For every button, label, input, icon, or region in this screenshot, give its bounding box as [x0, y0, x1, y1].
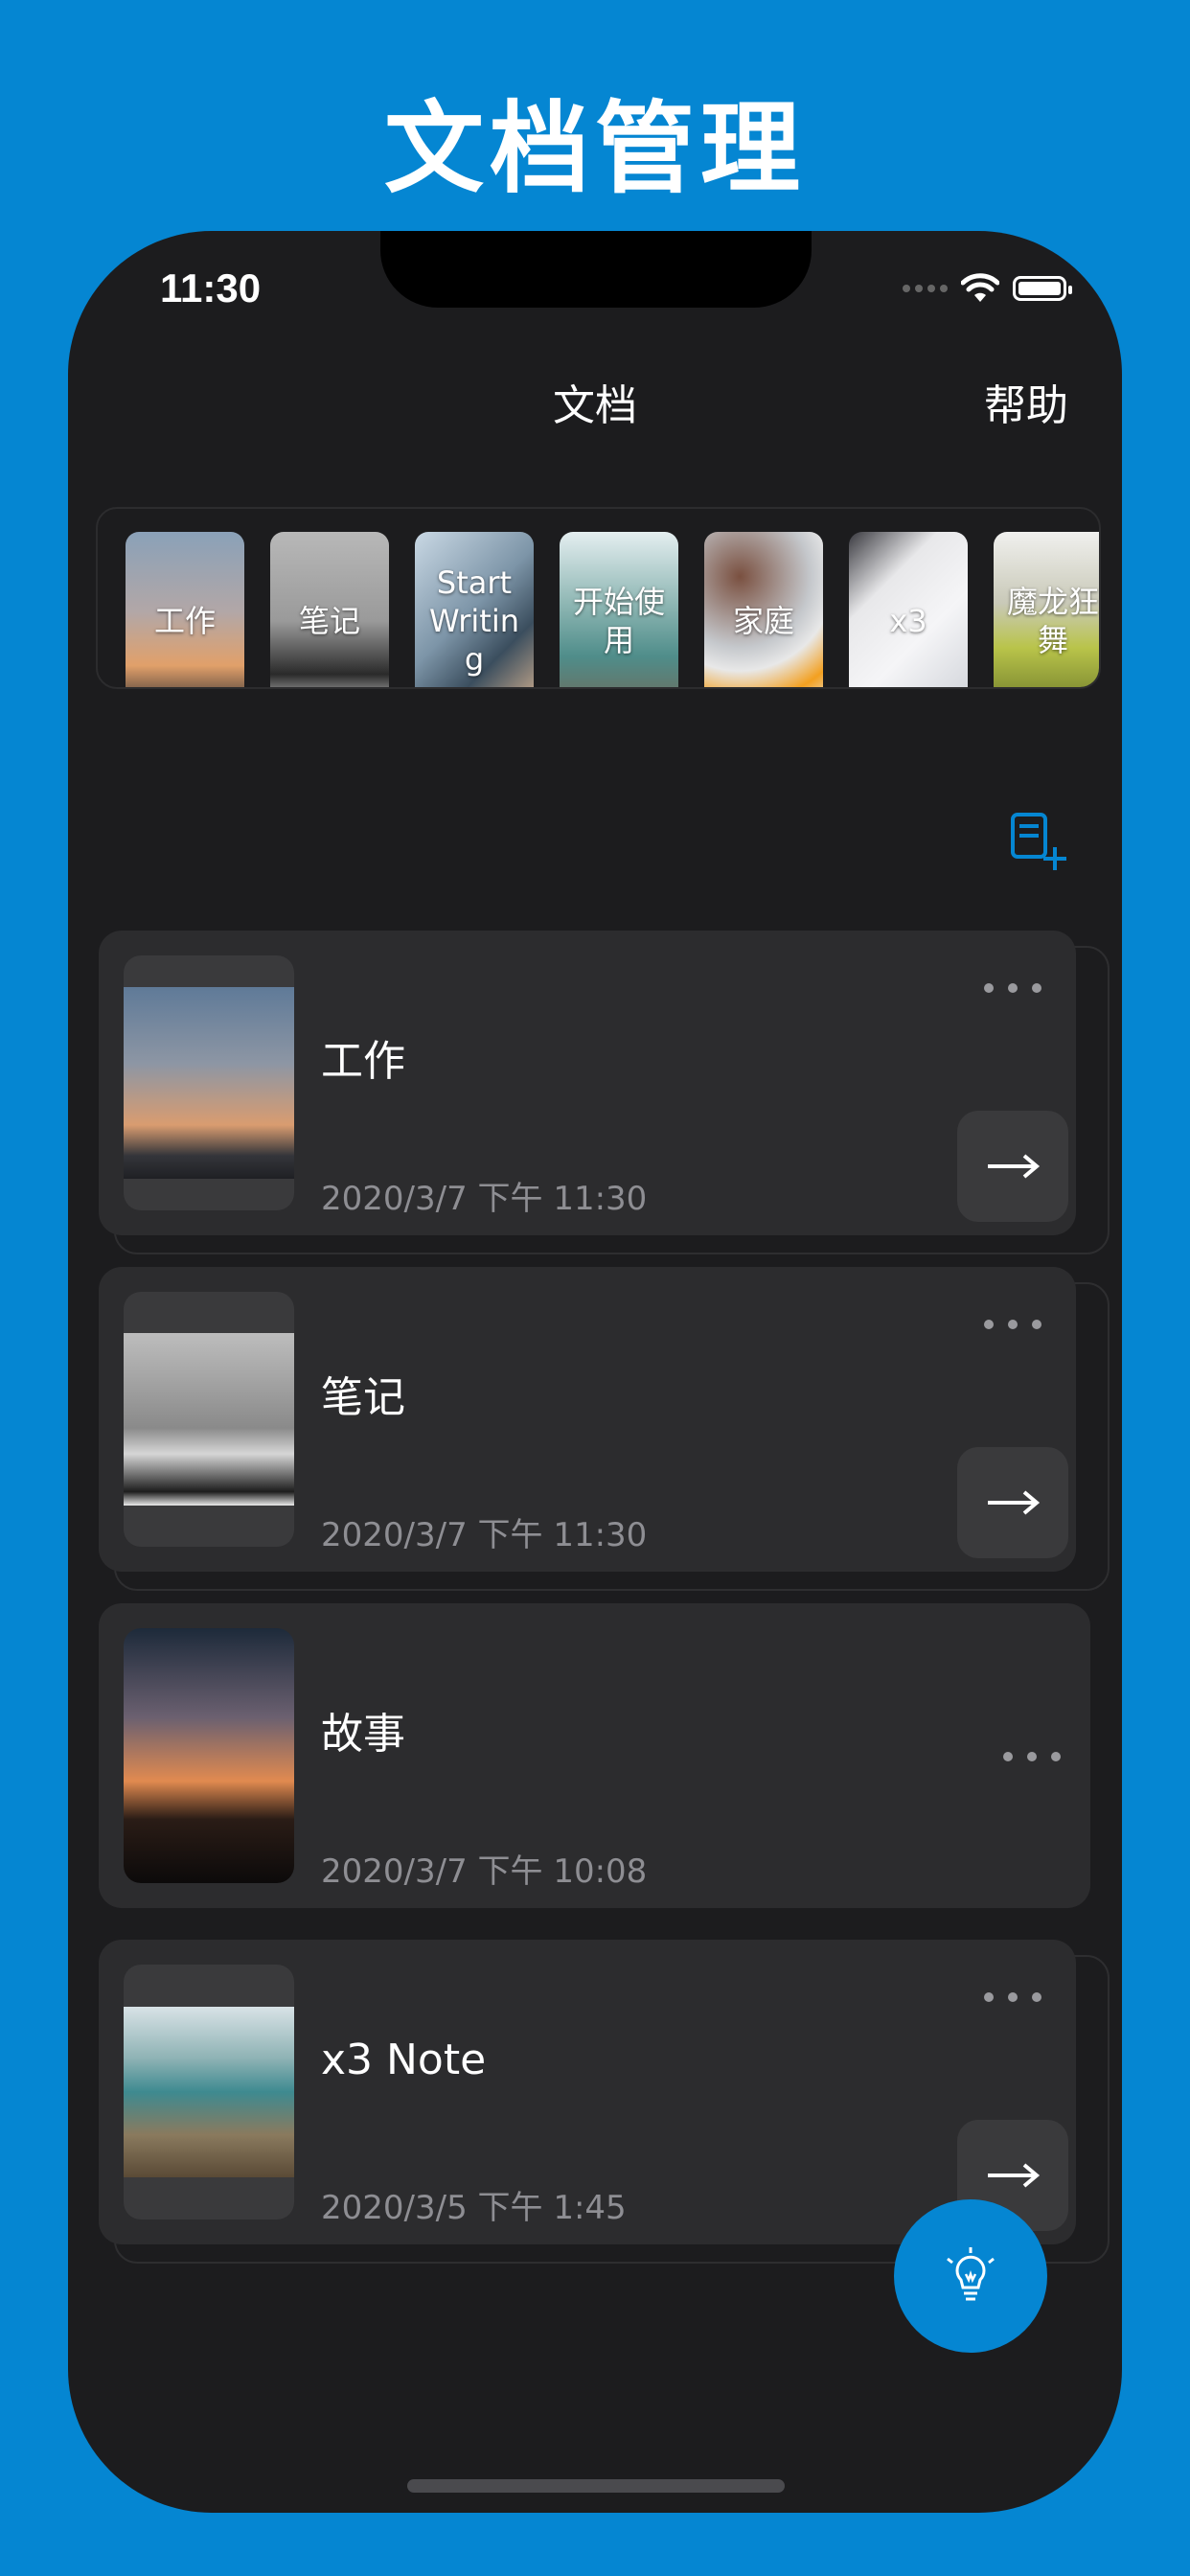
notebook-label: 魔龙狂舞 — [1006, 584, 1099, 658]
arrow-right-icon — [988, 1154, 1041, 1179]
more-icon[interactable] — [1003, 1747, 1061, 1766]
cellular-signal-icon — [903, 285, 948, 292]
document-thumbnail — [124, 1628, 294, 1883]
promo-headline: 文档管理 — [383, 90, 806, 207]
document-card[interactable]: 笔记 2020/3/7 下午 11:30 — [99, 1267, 1076, 1572]
more-icon[interactable] — [984, 1988, 1041, 2007]
document-card[interactable]: 故事 2020/3/7 下午 10:08 — [99, 1603, 1090, 1908]
arrow-right-icon — [988, 2163, 1041, 2188]
document-date: 2020/3/7 下午 11:30 — [321, 1516, 648, 1554]
add-document-icon[interactable] — [1009, 811, 1072, 874]
page-title: 文档 — [553, 381, 637, 430]
notebook-thumb[interactable]: x3 — [849, 532, 968, 687]
document-title: 故事 — [321, 1710, 405, 1759]
lightbulb-icon — [947, 2247, 995, 2301]
notch — [380, 231, 812, 308]
more-icon[interactable] — [984, 978, 1041, 998]
document-thumbnail — [124, 1292, 294, 1547]
status-time: 11:30 — [160, 265, 262, 310]
document-thumbnail — [124, 1965, 294, 2220]
document-title: x3 Note — [321, 2036, 487, 2084]
notebook-thumb[interactable]: 魔龙狂舞 — [994, 532, 1099, 687]
notebook-label: 工作 — [153, 603, 216, 639]
phone-screen: 11:30 文档 帮助 工作 笔记 Start Writing 开始使用 家庭 … — [68, 231, 1122, 2513]
document-date: 2020/3/7 下午 11:30 — [321, 1180, 648, 1218]
battery-icon — [1013, 276, 1072, 301]
more-icon[interactable] — [984, 1315, 1041, 1334]
notebook-thumb[interactable]: Start Writing — [415, 532, 534, 687]
document-card[interactable]: x3 Note 2020/3/5 下午 1:45 — [99, 1940, 1076, 2244]
lightbulb-button[interactable] — [894, 2199, 1047, 2353]
notebook-label: 家庭 — [732, 603, 794, 639]
notebook-label: 开始使用 — [572, 584, 665, 658]
notebook-thumb[interactable]: 家庭 — [704, 532, 823, 687]
notebook-label: 笔记 — [298, 603, 360, 639]
document-date: 2020/3/5 下午 1:45 — [321, 2189, 627, 2227]
home-indicator[interactable] — [407, 2479, 785, 2493]
notebook-thumb[interactable]: 开始使用 — [560, 532, 678, 687]
document-date: 2020/3/7 下午 10:08 — [321, 1852, 648, 1891]
document-title: 笔记 — [321, 1373, 405, 1422]
document-thumbnail — [124, 955, 294, 1210]
wifi-icon — [961, 273, 999, 302]
notebook-label: Start Writing — [429, 564, 519, 678]
notebook-thumb[interactable]: 笔记 — [270, 532, 389, 687]
document-title: 工作 — [321, 1037, 405, 1086]
arrow-right-icon — [988, 1490, 1041, 1515]
status-icons — [903, 269, 1072, 308]
notebook-label: x3 — [889, 603, 927, 639]
notebook-thumb[interactable]: 工作 — [126, 532, 244, 687]
open-arrow-button[interactable] — [957, 1447, 1068, 1558]
document-card[interactable]: 工作 2020/3/7 下午 11:30 — [99, 931, 1076, 1235]
notebook-strip[interactable]: 工作 笔记 Start Writing 开始使用 家庭 x3 魔龙狂舞 — [96, 507, 1101, 689]
help-button[interactable]: 帮助 — [984, 371, 1068, 432]
open-arrow-button[interactable] — [957, 1111, 1068, 1222]
